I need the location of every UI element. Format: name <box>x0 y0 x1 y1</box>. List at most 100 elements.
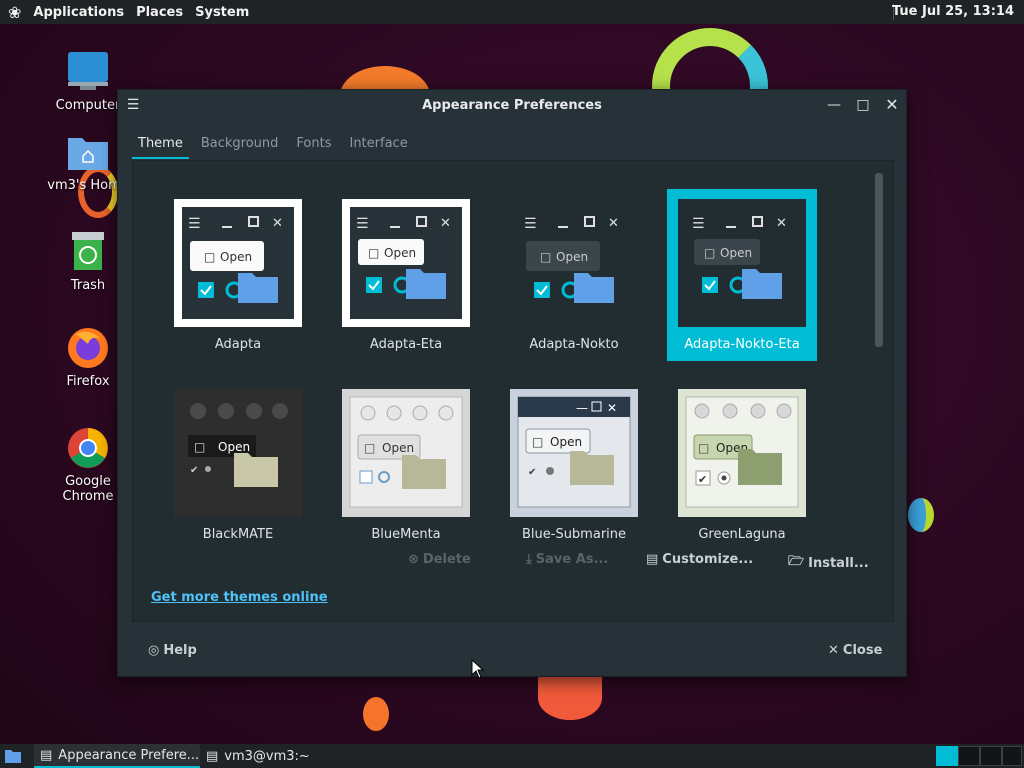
svg-text:Open: Open <box>218 440 250 454</box>
gnome-foot-icon[interactable]: ❀ <box>8 3 21 22</box>
theme-name: Blue-Submarine <box>521 527 627 542</box>
svg-text:☰: ☰ <box>692 216 705 232</box>
places-menu[interactable]: Places <box>136 5 183 20</box>
theme-name: Adapta-Eta <box>369 337 443 352</box>
install-label: Install... <box>808 555 869 571</box>
theme-item[interactable]: □ Open ✔ GreenLaguna <box>667 379 817 551</box>
svg-text:✕: ✕ <box>607 401 617 415</box>
svg-text:✕: ✕ <box>608 216 619 231</box>
clock[interactable]: Tue Jul 25, 13:14 <box>892 4 1014 19</box>
window-icon: ▤ <box>40 747 53 763</box>
customize-button[interactable]: ▤ Customize... <box>646 552 753 567</box>
svg-text:✕: ✕ <box>440 216 451 231</box>
svg-text:✔: ✔ <box>528 467 536 478</box>
theme-item[interactable]: □ Open ✔ BlackMATE <box>163 379 313 551</box>
theme-name: BlueMenta <box>371 527 441 542</box>
document-icon: ▤ <box>646 552 659 567</box>
tab-interface[interactable]: Interface <box>343 134 413 159</box>
svg-text:✕: ✕ <box>272 216 283 231</box>
desktop-icon-label: Computer <box>55 98 121 113</box>
svg-text:Open: Open <box>382 441 414 455</box>
customize-label: Customize... <box>662 552 754 567</box>
svg-text:Open: Open <box>550 435 582 449</box>
theme-item[interactable]: — ✕ □ Open ✔ Blue-Submarine <box>499 379 649 551</box>
titlebar[interactable]: ☰ Appearance Preferences — □ ✕ <box>118 90 906 120</box>
tab-theme[interactable]: Theme <box>132 134 189 159</box>
svg-text:Open: Open <box>220 250 252 264</box>
help-label: Help <box>163 643 197 658</box>
theme-name: Adapta-Nokto-Eta <box>684 337 800 352</box>
scrollbar[interactable] <box>875 173 883 347</box>
desktop-icon-label: Google Chrome <box>62 474 114 504</box>
bottom-taskbar: ▤ Appearance Prefere... ▤ vm3@vm3:~ <box>0 744 1024 768</box>
chrome-icon <box>66 426 110 470</box>
svg-text:Open: Open <box>720 246 752 260</box>
theme-name: BlackMATE <box>202 527 274 542</box>
mouse-cursor-icon <box>471 658 485 683</box>
appearance-preferences-window: ☰ Appearance Preferences — □ ✕ Theme Bac… <box>117 89 907 677</box>
top-panel: ❀ Applications Places System Tue Jul 25,… <box>0 0 1024 24</box>
workspace-3[interactable] <box>980 746 1002 766</box>
svg-text:✔: ✔ <box>698 473 707 486</box>
theme-thumbnail: □ Open ✔ <box>678 389 806 517</box>
theme-name: GreenLaguna <box>698 527 786 542</box>
tab-background[interactable]: Background <box>195 134 285 159</box>
svg-text:✔: ✔ <box>190 465 198 476</box>
help-icon: ◎ <box>148 643 160 658</box>
task-label: Appearance Prefere... <box>58 747 200 763</box>
show-desktop-icon[interactable] <box>4 747 22 768</box>
save-as-button[interactable]: ⤓ Save As... <box>526 552 608 567</box>
workspace-2[interactable] <box>958 746 980 766</box>
theme-thumbnail: — ✕ □ Open ✔ <box>510 389 638 517</box>
svg-text:□: □ <box>540 250 551 264</box>
help-button[interactable]: ◎ Help <box>148 643 197 658</box>
close-icon: ✕ <box>828 643 839 658</box>
desktop-icon-label: Firefox <box>66 374 110 389</box>
delete-label: Delete <box>422 552 471 567</box>
task-terminal[interactable]: ▤ vm3@vm3:~ <box>200 744 330 768</box>
download-icon: ⤓ <box>526 552 532 567</box>
theme-item[interactable]: ☰ ✕ □ Open Adapta <box>163 189 313 361</box>
svg-text:—: — <box>576 401 588 415</box>
svg-text:Open: Open <box>384 246 416 260</box>
computer-icon <box>66 50 110 94</box>
theme-thumbnail: □ Open <box>342 389 470 517</box>
theme-name: Adapta <box>214 337 262 352</box>
theme-thumbnail: ☰ ✕ □ Open <box>678 199 806 327</box>
install-button[interactable]: 🗁 Install... <box>788 552 869 574</box>
theme-thumbnail: ☰ ✕ □ Open <box>342 199 470 327</box>
svg-text:□: □ <box>368 246 379 260</box>
task-label: vm3@vm3:~ <box>224 748 310 764</box>
svg-text:Open: Open <box>556 250 588 264</box>
home-folder-icon <box>66 130 110 174</box>
minimize-icon[interactable]: — <box>825 96 843 114</box>
theme-thumbnail: □ Open ✔ <box>174 389 302 517</box>
theme-thumbnail: ☰ ✕ □ Open <box>510 199 638 327</box>
svg-text:☰: ☰ <box>356 216 369 232</box>
theme-item[interactable]: ☰ ✕ □ Open Adapta-Eta <box>331 189 481 361</box>
tab-fonts[interactable]: Fonts <box>290 134 337 159</box>
get-more-themes-link[interactable]: Get more themes online <box>151 590 328 605</box>
maximize-icon[interactable]: □ <box>854 96 872 114</box>
svg-text:□: □ <box>704 246 715 260</box>
task-appearance-preferences[interactable]: ▤ Appearance Prefere... <box>34 744 200 768</box>
theme-item-selected[interactable]: ☰ ✕ □ Open Adapta-Nokto-Eta <box>667 189 817 361</box>
close-window-icon[interactable]: ✕ <box>883 96 901 114</box>
firefox-icon <box>66 326 110 370</box>
theme-item[interactable]: ☰ ✕ □ Open Adapta-Nokto <box>499 189 649 361</box>
delete-button[interactable]: ⊗ Delete <box>408 552 471 567</box>
desktop-icon-label: Trash <box>70 278 106 293</box>
window-title: Appearance Preferences <box>422 97 602 113</box>
theme-item[interactable]: □ Open BlueMenta <box>331 379 481 551</box>
workspace-1[interactable] <box>936 746 958 766</box>
close-button[interactable]: ✕ Close <box>828 643 882 658</box>
system-menu[interactable]: System <box>195 5 249 20</box>
svg-text:□: □ <box>364 441 375 455</box>
svg-text:☰: ☰ <box>188 216 201 232</box>
workspace-4[interactable] <box>1002 746 1022 766</box>
theme-thumbnail: ☰ ✕ □ Open <box>174 199 302 327</box>
tab-bar: Theme Background Fonts Interface <box>132 134 414 159</box>
applications-menu[interactable]: Applications <box>33 5 124 20</box>
theme-list: ☰ ✕ □ Open Adapta ☰ ✕ □ Open Adapta-Eta … <box>132 160 894 622</box>
theme-name: Adapta-Nokto <box>529 337 619 352</box>
